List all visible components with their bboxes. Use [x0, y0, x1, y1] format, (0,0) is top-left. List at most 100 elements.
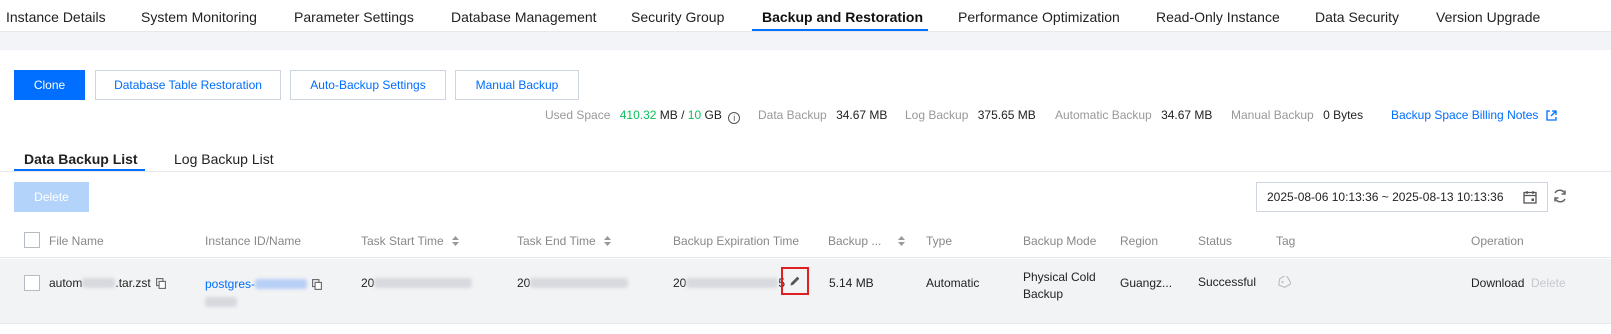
task-start-time-cell: 20 [361, 276, 473, 290]
clone-button[interactable]: Clone [14, 70, 85, 100]
refresh-icon[interactable] [1552, 188, 1568, 204]
tab-database-management[interactable]: Database Management [451, 9, 597, 25]
log-backup-label: Log Backup [905, 108, 969, 122]
manual-backup-button[interactable]: Manual Backup [455, 70, 579, 100]
sort-icon[interactable] [604, 236, 612, 246]
column-task-start-time[interactable]: Task Start Time [361, 234, 460, 248]
delete-button[interactable]: Delete [14, 182, 89, 212]
info-icon[interactable]: i [728, 112, 741, 124]
used-space-value: 410.32 [619, 108, 657, 122]
tab-security-group[interactable]: Security Group [631, 9, 724, 25]
tab-performance-optimization[interactable]: Performance Optimization [958, 9, 1120, 25]
log-backup-stat: Log Backup 375.65 MB [905, 108, 1036, 122]
column-backup-size[interactable]: Backup ... [828, 234, 905, 248]
database-table-restoration-button[interactable]: Database Table Restoration [95, 70, 281, 100]
tab-data-backup-list[interactable]: Data Backup List [24, 151, 138, 167]
instance-cell: postgres- [205, 277, 323, 291]
tab-read-only-instance[interactable]: Read-Only Instance [1156, 9, 1280, 25]
redacted-text [255, 279, 308, 289]
tab-version-upgrade[interactable]: Version Upgrade [1436, 9, 1540, 25]
tab-parameter-settings[interactable]: Parameter Settings [294, 9, 414, 25]
task-start-time-prefix: 20 [361, 276, 375, 290]
total-space-value: 10 [687, 108, 702, 122]
auto-backup-settings-button[interactable]: Auto-Backup Settings [290, 70, 446, 100]
backup-mode-line2: Backup [1023, 287, 1064, 301]
automatic-backup-label: Automatic Backup [1055, 108, 1152, 122]
log-backup-value: 375.65 MB [977, 108, 1036, 122]
column-instance-id-name: Instance ID/Name [205, 234, 302, 248]
task-end-time-cell: 20 [517, 276, 629, 290]
instance-name-cell [205, 295, 237, 309]
copy-icon[interactable] [156, 278, 166, 289]
expiration-time-prefix: 20 [673, 276, 687, 290]
automatic-backup-stat: Automatic Backup 34.67 MB [1055, 108, 1212, 122]
expiration-time-cell: 20 5 [673, 276, 785, 290]
sort-icon[interactable] [897, 236, 905, 246]
used-space-unit: MB [659, 108, 678, 122]
column-tag: Tag [1276, 234, 1296, 248]
redacted-text [686, 278, 779, 288]
file-name-cell: autom .tar.zst [49, 276, 166, 290]
tab-system-monitoring[interactable]: System Monitoring [141, 9, 257, 25]
date-range-value: 2025-08-06 10:13:36 ~ 2025-08-13 10:13:3… [1267, 190, 1504, 204]
backup-size-value: 5.14 MB [829, 276, 874, 290]
column-type: Type [926, 234, 953, 248]
column-backup-mode: Backup Mode [1023, 234, 1097, 248]
edit-expiration-button[interactable] [781, 267, 809, 295]
column-status: Status [1198, 234, 1233, 248]
data-backup-stat: Data Backup 34.67 MB [758, 108, 887, 122]
total-space-unit: GB [704, 108, 722, 122]
tab-log-backup-list[interactable]: Log Backup List [174, 151, 274, 167]
instance-id-link[interactable]: postgres- [205, 277, 255, 291]
active-tab-indicator [752, 29, 928, 31]
column-task-start-time-label: Task Start Time [361, 234, 444, 248]
backup-list-tabs: Data Backup List Log Backup List [0, 145, 1611, 172]
table-row: autom .tar.zst postgres- 20 20 20 5 5.14 M… [0, 259, 1611, 324]
manual-backup-label: Manual Backup [1231, 108, 1314, 122]
column-region: Region [1120, 234, 1159, 248]
manual-backup-value: 0 Bytes [1323, 108, 1364, 122]
backup-mode-cell: Physical Cold Backup [1023, 269, 1096, 303]
region-value: Guangz... [1120, 276, 1173, 290]
column-task-end-time[interactable]: Task End Time [517, 234, 612, 248]
status-value: Successful [1198, 275, 1257, 289]
redacted-text [530, 278, 629, 288]
calendar-icon[interactable] [1523, 190, 1537, 204]
sort-icon[interactable] [452, 236, 460, 246]
copy-icon[interactable] [312, 279, 323, 290]
external-link-icon[interactable] [1546, 110, 1557, 121]
pencil-icon [790, 275, 801, 286]
type-value: Automatic [926, 276, 980, 290]
tab-backup-and-restoration[interactable]: Backup and Restoration [762, 9, 923, 25]
download-link[interactable]: Download [1471, 276, 1524, 290]
file-name-prefix: autom [49, 276, 83, 290]
column-task-end-time-label: Task End Time [517, 234, 596, 248]
select-all-checkbox[interactable] [24, 232, 40, 248]
task-end-time-prefix: 20 [517, 276, 531, 290]
backup-mode-line1: Physical Cold [1023, 270, 1096, 284]
used-space-stat: Used Space 410.32 MB / 10 GB i [545, 108, 741, 124]
row-checkbox[interactable] [24, 275, 40, 291]
tab-data-security[interactable]: Data Security [1315, 9, 1399, 25]
active-subtab-indicator [14, 169, 145, 171]
used-space-slash: / [681, 108, 685, 122]
manual-backup-stat: Manual Backup 0 Bytes [1231, 108, 1363, 122]
tag-icon[interactable] [1277, 276, 1291, 288]
column-backup-size-label: Backup ... [828, 234, 882, 248]
automatic-backup-value: 34.67 MB [1161, 108, 1213, 122]
data-backup-value: 34.67 MB [836, 108, 888, 122]
billing-notes-link-wrap[interactable]: Backup Space Billing Notes [1391, 108, 1557, 122]
redacted-text [205, 297, 237, 307]
column-backup-expiration-time: Backup Expiration Time [673, 234, 800, 248]
redacted-text [82, 278, 116, 288]
delete-row-link[interactable]: Delete [1531, 276, 1566, 290]
tab-instance-details[interactable]: Instance Details [6, 9, 106, 25]
data-backup-label: Data Backup [758, 108, 827, 122]
redacted-text [374, 278, 473, 288]
table-header: File Name Instance ID/Name Task Start Ti… [0, 224, 1611, 258]
date-range-picker[interactable]: 2025-08-06 10:13:36 ~ 2025-08-13 10:13:3… [1256, 182, 1548, 212]
top-nav: Instance Details System Monitoring Param… [0, 0, 1611, 32]
used-space-label: Used Space [545, 108, 611, 122]
file-name-suffix: .tar.zst [115, 276, 151, 290]
billing-notes-link[interactable]: Backup Space Billing Notes [1391, 108, 1538, 122]
